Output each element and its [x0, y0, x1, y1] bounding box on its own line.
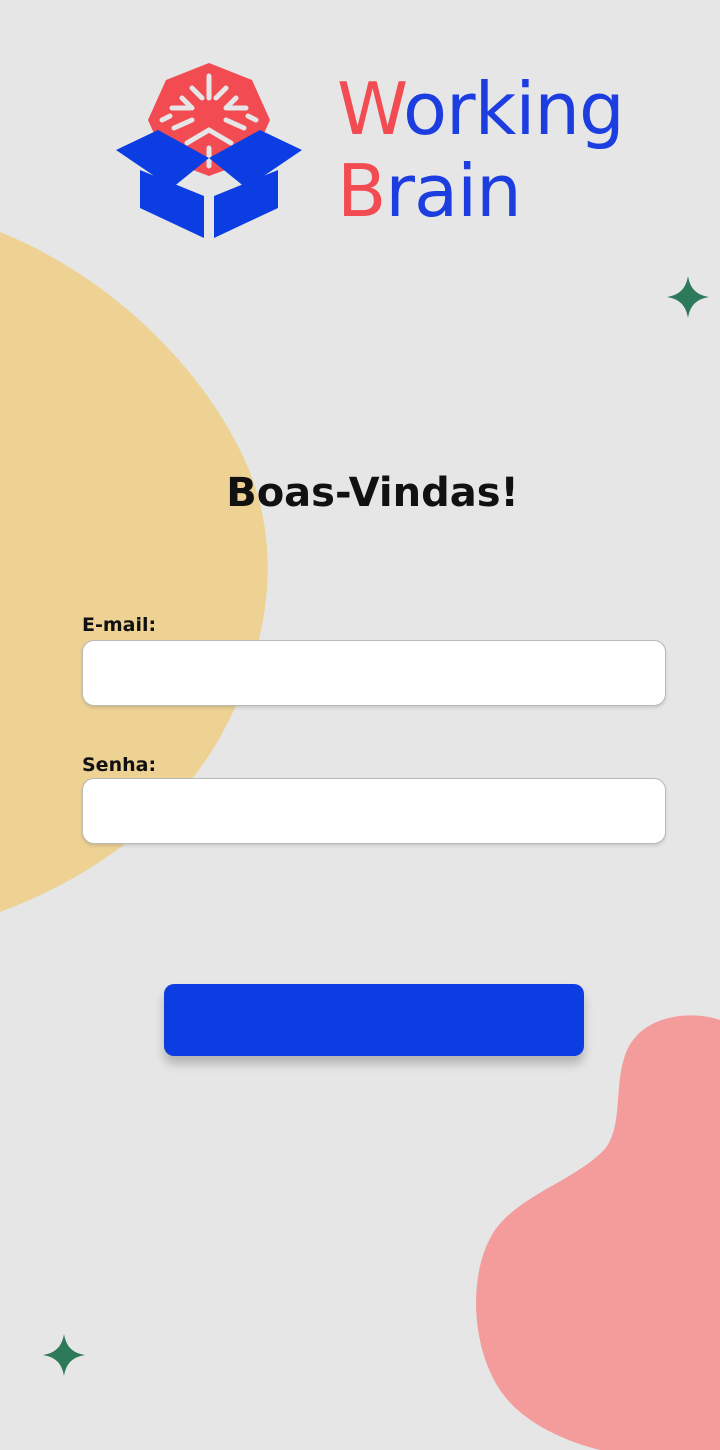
login-button[interactable]: [164, 984, 584, 1056]
brand-line-2: Brain: [337, 150, 624, 232]
brand-initial-b: B: [337, 149, 386, 233]
brand-wordmark: Working Brain: [337, 67, 625, 232]
logo: Working Brain: [112, 58, 632, 243]
sparkle-icon: [43, 1334, 85, 1376]
email-field[interactable]: [82, 640, 666, 706]
brand-rest-2: rain: [385, 149, 521, 233]
password-label: Senha:: [82, 754, 157, 776]
password-field[interactable]: [82, 778, 666, 844]
brand-line-1: Working: [337, 67, 625, 151]
pink-blob: [476, 1015, 720, 1450]
brain-in-box-icon: [116, 63, 302, 238]
brand-rest-1: orking: [402, 67, 625, 151]
email-label: E-mail:: [82, 614, 157, 636]
welcome-title: Boas-Vindas!: [226, 470, 519, 516]
sparkle-icon: [667, 276, 709, 318]
brand-initial-w: W: [337, 67, 404, 151]
